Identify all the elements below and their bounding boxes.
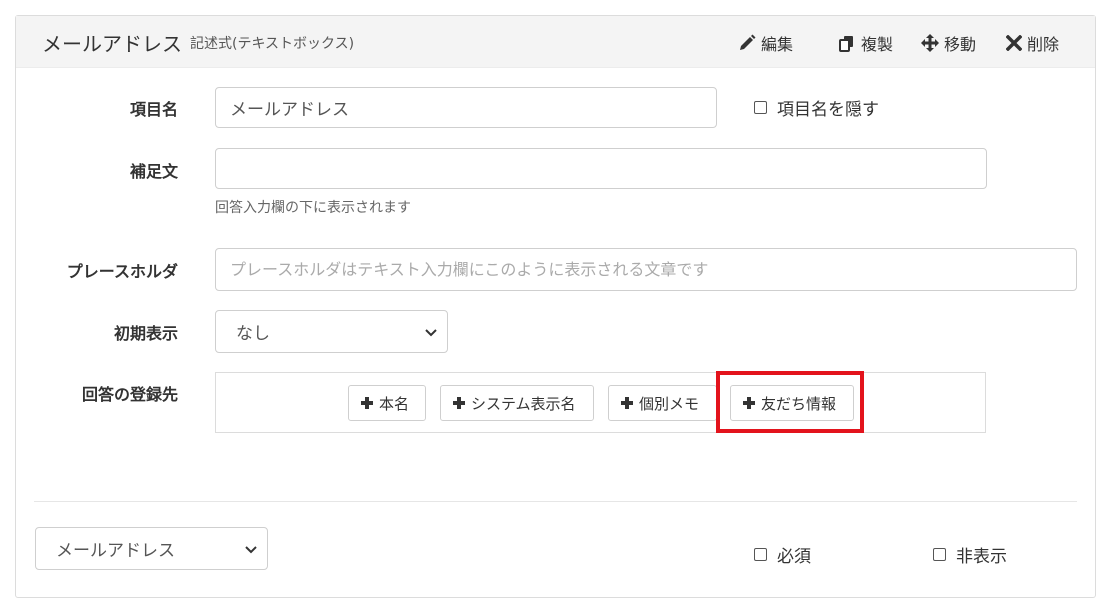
system-name-label: システム表示名 [471, 394, 576, 413]
add-memo-button[interactable]: 個別メモ [608, 385, 717, 421]
edit-label: 編集 [761, 35, 794, 54]
plus-icon [361, 397, 373, 409]
destination-button-group: 本名 システム表示名 個別メモ 友だち情報 [215, 372, 986, 433]
hide-item-name-checkbox[interactable]: 項目名を隠す [754, 95, 879, 120]
divider [34, 501, 1077, 502]
supplement-label: 補足文 [129, 162, 178, 181]
friend-info-label: 友だち情報 [761, 394, 837, 413]
pencil-icon [738, 34, 756, 52]
edit-button[interactable]: 編集 [738, 31, 793, 55]
move-label: 移動 [944, 35, 977, 54]
add-friend-info-button[interactable]: 友だち情報 [730, 385, 854, 421]
copy-icon [838, 34, 856, 52]
placeholder-label: プレースホルダ [66, 262, 178, 281]
form-item-panel: メールアドレス 記述式(テキストボックス) 編集 複製 移動 削除 項目名 メー… [15, 15, 1096, 598]
delete-label: 削除 [1027, 35, 1060, 54]
item-type-value: メールアドレス [56, 541, 175, 561]
panel-header: メールアドレス 記述式(テキストボックス) 編集 複製 移動 削除 [16, 16, 1095, 68]
initial-display-select[interactable]: なし [215, 310, 448, 353]
plus-icon [621, 397, 633, 409]
item-title: メールアドレス [42, 32, 182, 56]
initial-display-label: 初期表示 [113, 324, 178, 343]
item-name-input[interactable] [215, 87, 717, 128]
placeholder-input[interactable] [215, 248, 1077, 291]
memo-label: 個別メモ [639, 394, 700, 413]
hidden-checkbox[interactable]: 非表示 [933, 542, 1007, 567]
close-icon [1006, 35, 1022, 51]
add-system-name-button[interactable]: システム表示名 [440, 385, 594, 421]
move-arrows-icon [921, 34, 939, 52]
add-real-name-button[interactable]: 本名 [348, 385, 426, 421]
real-name-label: 本名 [379, 394, 410, 413]
delete-button[interactable]: 削除 [1006, 31, 1059, 55]
hide-item-name-label: 項目名を隠す [777, 100, 879, 120]
supplement-help-text: 回答入力欄の下に表示されます [215, 200, 411, 216]
chevron-down-icon [425, 322, 437, 342]
duplicate-button[interactable]: 複製 [838, 31, 893, 55]
plus-icon [453, 397, 465, 409]
hidden-box[interactable] [933, 548, 946, 561]
required-box[interactable] [754, 548, 767, 561]
required-label: 必須 [777, 547, 811, 567]
chevron-down-icon [245, 539, 257, 559]
hide-item-name-box[interactable] [754, 101, 767, 114]
initial-display-value: なし [236, 324, 270, 344]
required-checkbox[interactable]: 必須 [754, 542, 811, 567]
move-button[interactable]: 移動 [921, 31, 976, 55]
item-type-label: 記述式(テキストボックス) [190, 36, 355, 52]
hidden-label: 非表示 [956, 547, 1007, 567]
item-name-label: 項目名 [129, 100, 178, 119]
plus-icon [743, 397, 755, 409]
duplicate-label: 複製 [861, 35, 894, 54]
item-type-select[interactable]: メールアドレス [35, 527, 268, 570]
destination-label: 回答の登録先 [81, 385, 178, 404]
supplement-input[interactable] [215, 148, 987, 189]
